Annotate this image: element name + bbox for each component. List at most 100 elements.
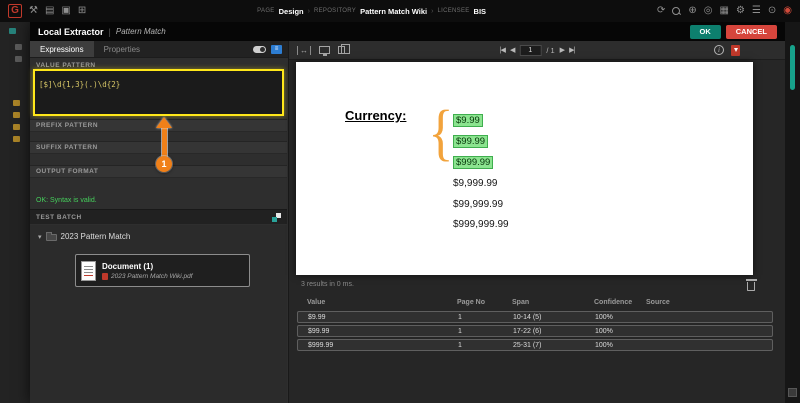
toggle-switch-icon[interactable] [253, 46, 266, 53]
export-pdf-icon[interactable] [731, 45, 740, 56]
user-icon[interactable]: ⊙ [768, 6, 776, 16]
cell-page-no: 1 [458, 326, 513, 337]
column-header-page-no[interactable]: Page No [457, 299, 512, 306]
cell-page-no: 1 [458, 340, 513, 351]
viewer-toolbar-right: i [714, 45, 740, 56]
box-icon[interactable]: ▣ [61, 6, 70, 16]
document-icon [81, 261, 96, 281]
viewer-toolbar: ↔ |◀ ◀ / 1 ▶ ▶| i [289, 41, 785, 60]
title-separator: | [109, 27, 111, 37]
dialog-actions: OK CANCEL [690, 25, 778, 39]
dialog-title: Local Extractor [38, 27, 104, 37]
suffix-pattern-section[interactable]: SUFFIX PATTERN [30, 141, 287, 154]
ok-button[interactable]: OK [690, 25, 721, 39]
dialog-body: Expressions Properties VALUE PATTERN [$]… [30, 41, 785, 403]
cell-value: $999.99 [308, 340, 458, 351]
cell-confidence: 100% [595, 326, 647, 337]
page-count-label: / 1 [546, 46, 554, 55]
breadcrumb-page-value[interactable]: Design [279, 7, 304, 16]
match-highlight: $999.99 [453, 156, 493, 169]
search-icon[interactable] [672, 7, 681, 16]
result-row[interactable]: $99.99 1 17-22 (6) 100% [297, 325, 773, 337]
cell-confidence: 100% [595, 340, 647, 351]
target-icon[interactable]: ◎ [704, 6, 713, 16]
cell-span: 25-31 (7) [513, 340, 595, 351]
local-extractor-dialog: Local Extractor | Pattern Match OK CANCE… [30, 22, 785, 403]
match-highlight: $9.99 [453, 114, 483, 127]
settings-gear-icon[interactable]: ⚙ [736, 6, 745, 16]
page-navigation: |◀ ◀ / 1 ▶ ▶| [500, 45, 575, 56]
clear-results-trash-icon[interactable] [747, 282, 755, 291]
folder-icon [46, 234, 57, 241]
document-meta: Document (1) 2023 Pattern Match Wiki.pdf [102, 262, 193, 280]
menu-icon[interactable]: ☰ [752, 6, 761, 16]
caret-down-icon[interactable]: ▾ [38, 233, 42, 241]
cell-source [647, 312, 772, 323]
document-viewer-panel: ↔ |◀ ◀ / 1 ▶ ▶| i [289, 41, 785, 403]
apps-icon[interactable]: ▦ [719, 6, 728, 16]
test-batch-tree: ▾ 2023 Pattern Match Document (1) 2023 P… [30, 225, 287, 403]
breadcrumb-repo-value[interactable]: Pattern Match Wiki [360, 7, 427, 16]
cancel-button[interactable]: CANCEL [726, 25, 777, 39]
regex-code: [$]\d{1,3}(.)\d{2} [39, 80, 120, 89]
document-page: Currency: { $9.99 $99.99 $999.99 $9,999.… [296, 62, 753, 275]
cell-value: $99.99 [308, 326, 458, 337]
tab-expressions[interactable]: Expressions [30, 41, 94, 57]
background-node-tree [0, 22, 30, 403]
display-icon[interactable] [319, 46, 330, 54]
breadcrumb-licensee-value[interactable]: BIS [474, 7, 487, 16]
cell-confidence: 100% [595, 312, 647, 323]
topbar-left-icons: G ⚒ ▤ ▣ ⊞ [8, 4, 86, 18]
pdf-icon [102, 273, 108, 280]
dialog-subtitle: Pattern Match [116, 27, 166, 36]
cell-source [647, 326, 772, 337]
refresh-icon[interactable]: ⟳ [657, 6, 665, 16]
zoom-in-icon[interactable]: ⊕ [688, 6, 696, 16]
corner-widget-icon[interactable] [788, 388, 797, 397]
next-page-icon[interactable]: ▶ [560, 46, 564, 54]
breadcrumb-separator: › [431, 8, 433, 15]
document-text: $9,999.99 [453, 178, 498, 189]
batch-folder-row[interactable]: ▾ 2023 Pattern Match [38, 232, 130, 241]
cell-page-no: 1 [458, 312, 513, 323]
document-heading: Currency: [345, 108, 406, 123]
info-icon[interactable]: i [714, 45, 724, 55]
tab-properties[interactable]: Properties [94, 41, 150, 57]
page-number-input[interactable] [519, 45, 541, 56]
prev-page-icon[interactable]: ◀ [510, 46, 514, 54]
app-logo[interactable]: G [8, 4, 22, 18]
tree-node-icon [9, 28, 16, 34]
column-header-confidence[interactable]: Confidence [594, 299, 646, 306]
cell-source [647, 340, 772, 351]
panel-tabs: Expressions Properties [30, 41, 288, 58]
tools-icon[interactable]: ⚒ [29, 6, 38, 16]
result-row[interactable]: $9.99 1 10-14 (5) 100% [297, 311, 773, 323]
column-header-value[interactable]: Value [307, 299, 457, 306]
output-format-section[interactable]: OUTPUT FORMAT [30, 165, 287, 178]
fit-width-icon[interactable]: ↔ [297, 46, 311, 55]
power-icon[interactable]: ◉ [783, 6, 792, 16]
tab-toolbar-icons [253, 41, 288, 57]
batch-settings-icon[interactable] [272, 213, 281, 222]
document-tree-item[interactable]: Document (1) 2023 Pattern Match Wiki.pdf [75, 254, 250, 287]
last-page-icon[interactable]: ▶| [569, 46, 574, 54]
breadcrumb-licensee-label: LICENSEE [437, 8, 469, 14]
tree-folder-icon [13, 124, 20, 130]
panel-icon[interactable]: ▤ [45, 6, 54, 16]
prefix-pattern-section[interactable]: PREFIX PATTERN [30, 119, 287, 132]
column-header-span[interactable]: Span [512, 299, 594, 306]
pages-icon[interactable] [338, 46, 345, 54]
value-pattern-editor[interactable]: [$]\d{1,3}(.)\d{2} [33, 69, 284, 116]
test-batch-header: TEST BATCH [30, 209, 287, 224]
column-header-source[interactable]: Source [646, 299, 773, 306]
first-page-icon[interactable]: |◀ [500, 46, 505, 54]
breadcrumb: PAGE Design › REPOSITORY Pattern Match W… [257, 7, 486, 16]
cell-value: $9.99 [308, 312, 458, 323]
scrollbar-thumb[interactable] [790, 45, 795, 90]
grid-icon[interactable]: ⊞ [78, 6, 86, 16]
tree-folder-icon [13, 112, 20, 118]
document-text: $999,999.99 [453, 219, 509, 230]
result-row[interactable]: $999.99 1 25-31 (7) 100% [297, 339, 773, 351]
document-file-row: 2023 Pattern Match Wiki.pdf [102, 273, 193, 280]
editor-mode-icon[interactable] [271, 45, 282, 54]
